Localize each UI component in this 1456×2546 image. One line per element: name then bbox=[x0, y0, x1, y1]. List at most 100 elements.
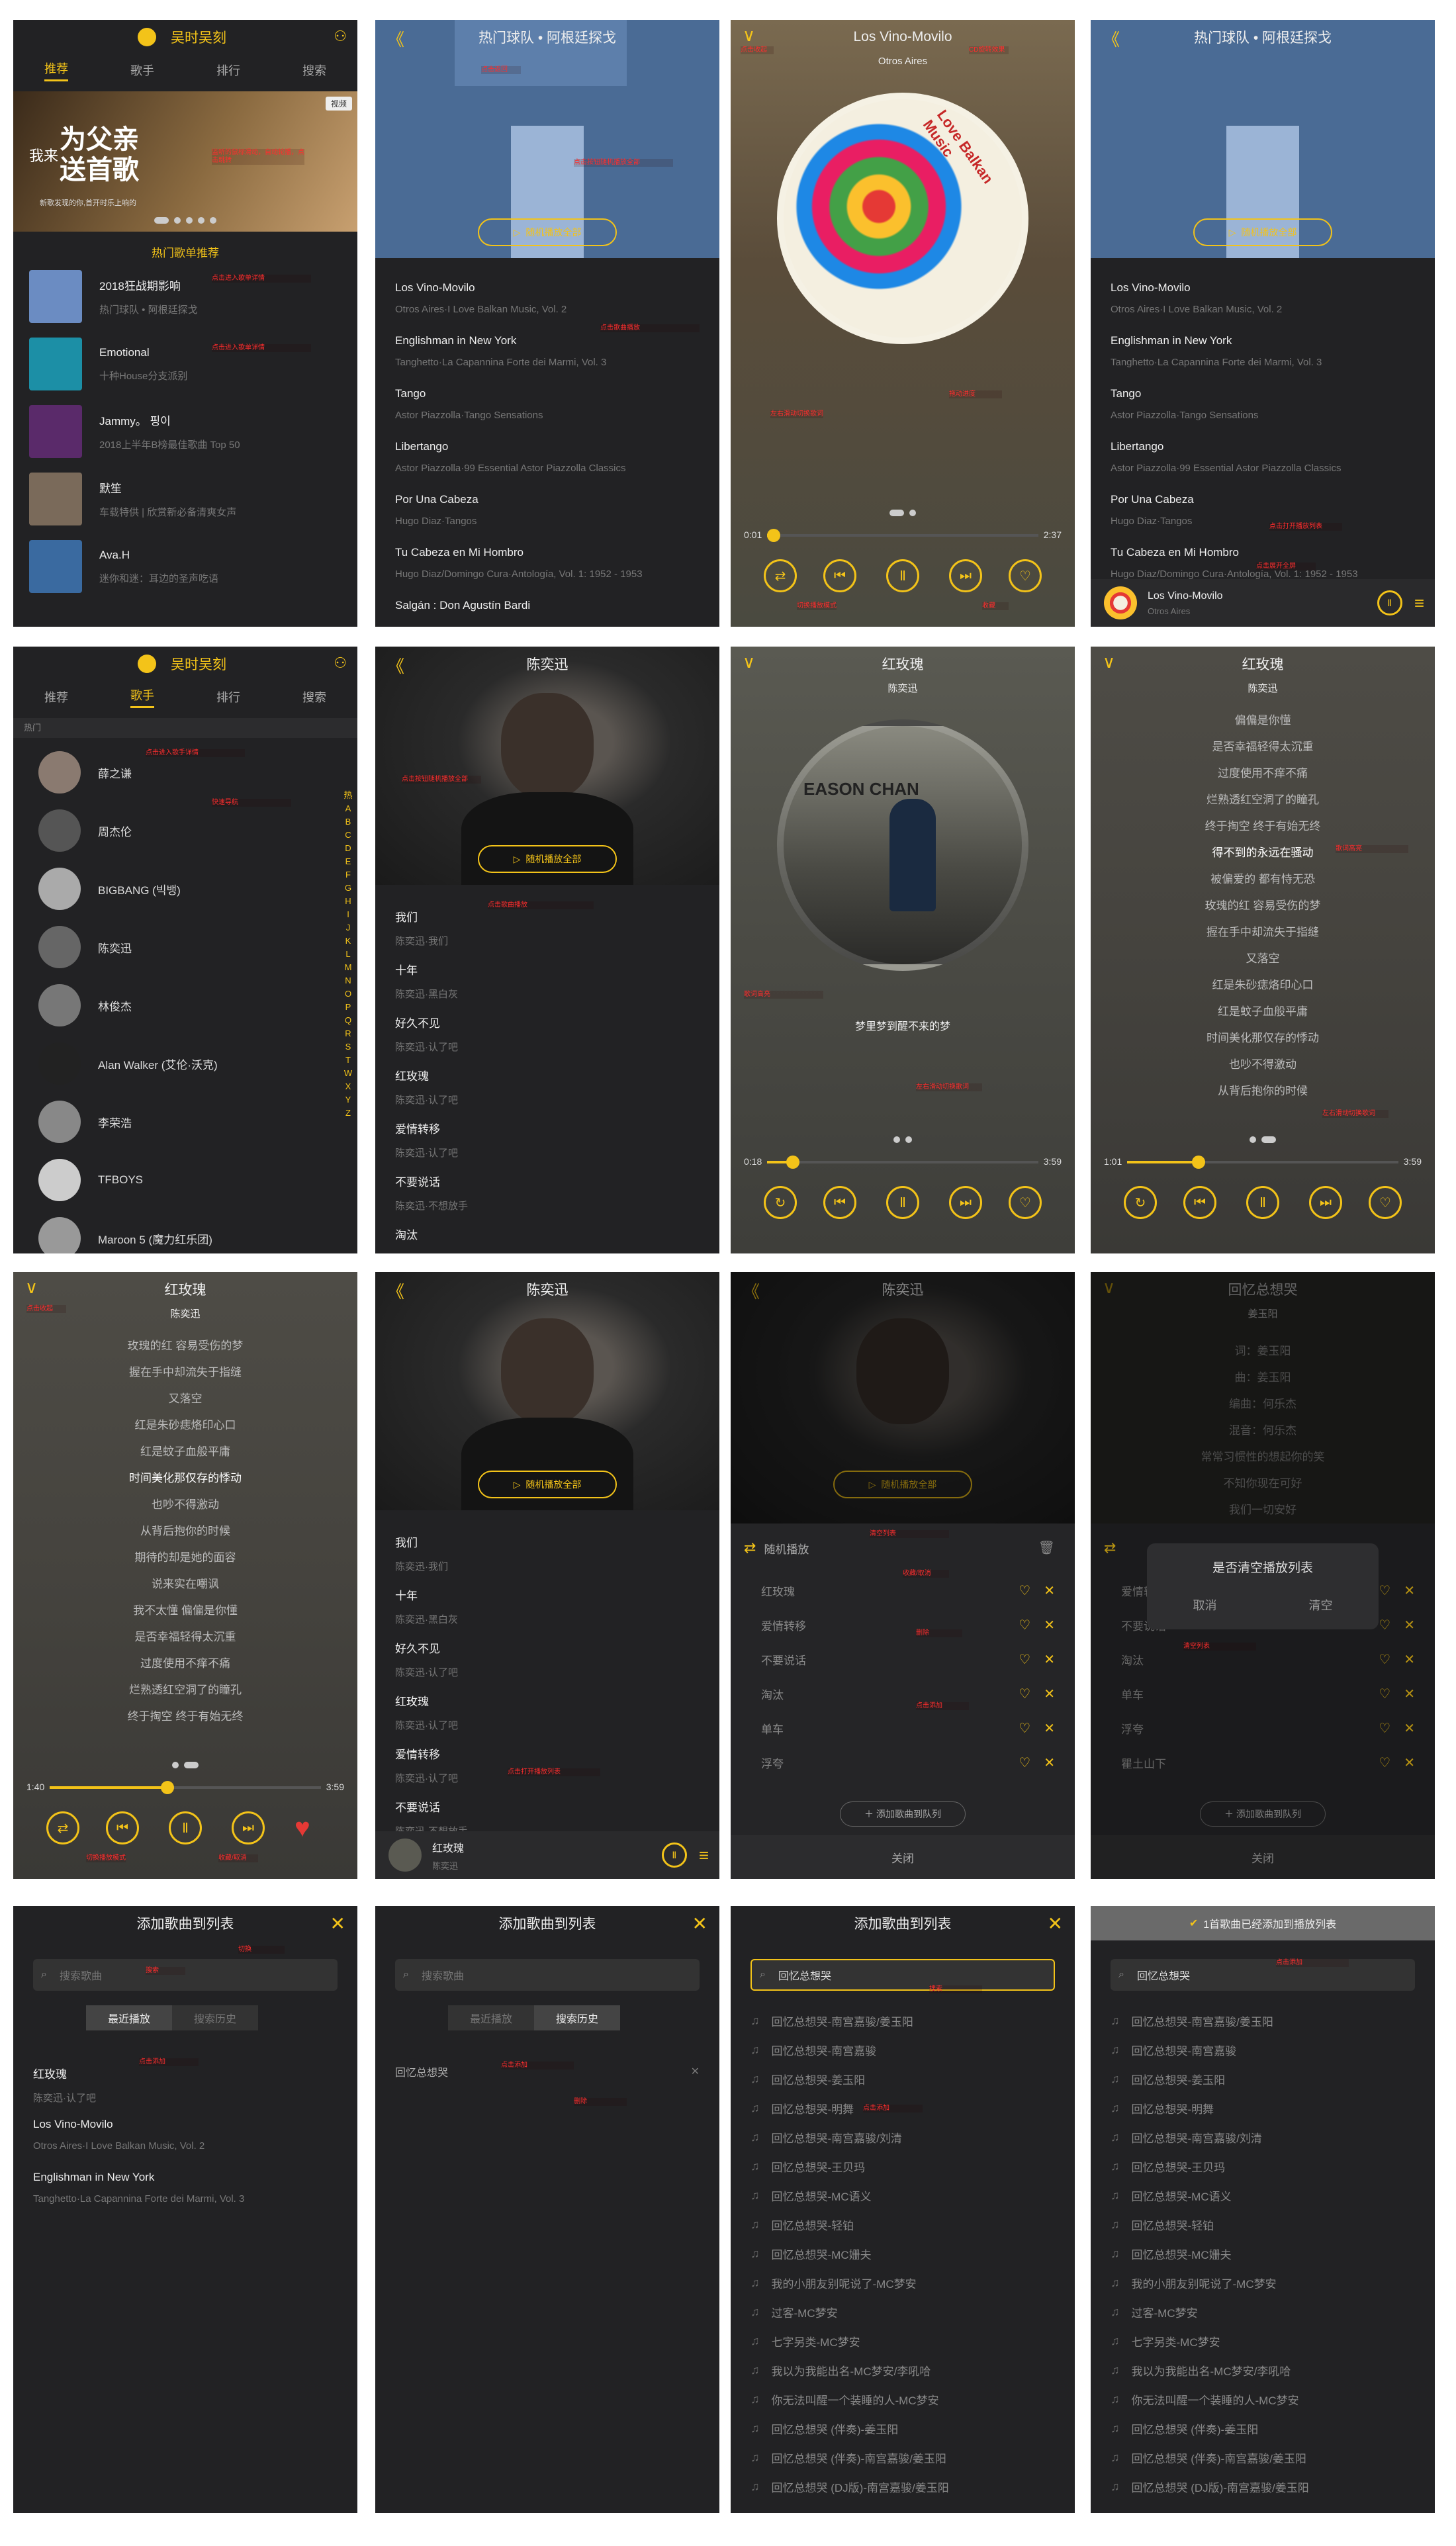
result-item[interactable]: ♫ 回忆总想哭-南宫嘉骏 bbox=[1111, 2034, 1415, 2065]
next-button[interactable]: ⏭ bbox=[1309, 1186, 1342, 1219]
user-icon[interactable]: ⚇ bbox=[334, 655, 347, 672]
alpha-letter[interactable]: B bbox=[343, 815, 353, 829]
alpha-letter[interactable]: T bbox=[343, 1054, 353, 1067]
tab-search[interactable]: 搜索 bbox=[302, 62, 326, 79]
play-all-button-2[interactable]: ▷ 随机播放全部 bbox=[1193, 218, 1332, 246]
mini-player[interactable]: Los Vino-Movilo Otros Aires Ⅱ ≡ bbox=[1091, 579, 1435, 627]
alpha-letter[interactable]: K bbox=[343, 934, 353, 948]
result-item[interactable]: ♫ 回忆总想哭 (伴奏)-南宫嘉骏/姜玉阳 bbox=[751, 2442, 1055, 2473]
result-item[interactable]: ♫ 回忆总想哭 (伴奏)-南宫嘉骏/姜玉阳 bbox=[1111, 2442, 1415, 2473]
collapse-icon[interactable]: ∨ bbox=[1103, 652, 1115, 672]
lyrics-list[interactable]: 偏偏是你懂 是否幸福轻得太沉重 过度使用不痒不痛 烂熟透红空洞了的瞳孔 终于掏空 终于有… bbox=[1091, 707, 1435, 1105]
alpha-letter[interactable]: Q bbox=[343, 1014, 353, 1027]
close-icon[interactable]: ✕ bbox=[1048, 1913, 1063, 1934]
song-item[interactable]: 红玫瑰 陈奕迅·认了吧 bbox=[395, 1067, 706, 1120]
alpha-letter[interactable]: Z bbox=[343, 1107, 353, 1120]
seg-history[interactable]: 搜索历史 bbox=[172, 2005, 258, 2030]
trash-icon[interactable]: 🗑 bbox=[1038, 1539, 1055, 1556]
queue-item[interactable]: 淘汰 ♡ ✕ bbox=[761, 1677, 1055, 1710]
pause-button[interactable]: Ⅱ bbox=[886, 1186, 919, 1219]
result-item[interactable]: ♫ 回忆总想哭-MC姗夫 bbox=[751, 2238, 1055, 2269]
play-all-button[interactable]: ▷ 随机播放全部 bbox=[478, 1471, 617, 1498]
prev-button[interactable]: ⏮ bbox=[823, 559, 856, 592]
tab-rank[interactable]: 排行 bbox=[216, 688, 240, 705]
song-item[interactable]: 好久不见 陈奕迅·认了吧 bbox=[395, 1639, 706, 1692]
result-item[interactable]: ♫ 回忆总想哭-明舞 bbox=[1111, 2093, 1415, 2123]
tab-rank[interactable]: 排行 bbox=[216, 62, 240, 79]
tab-singer[interactable]: 歌手 bbox=[130, 686, 154, 708]
heart-filled-icon[interactable]: ♥ bbox=[295, 1813, 310, 1843]
delete-icon[interactable]: ✕ bbox=[1044, 1686, 1055, 1702]
result-item[interactable]: ♫ 过客-MC梦安 bbox=[1111, 2296, 1415, 2327]
prev-button[interactable]: ⏮ bbox=[823, 1186, 856, 1219]
delete-icon[interactable]: ✕ bbox=[1044, 1754, 1055, 1771]
close-icon[interactable]: ✕ bbox=[330, 1913, 345, 1934]
result-item[interactable]: ♫ 我的小朋友别呢说了-MC梦安 bbox=[1111, 2267, 1415, 2298]
song-item[interactable]: 十年 陈奕迅·黑白灰 bbox=[395, 1586, 706, 1639]
banner-slider[interactable]: 视频 我来 为父亲送首歌 新歌发现的你,首开时乐上响的 bbox=[13, 91, 357, 232]
pause-button[interactable]: Ⅱ bbox=[886, 559, 919, 592]
result-item[interactable]: ♫ 回忆总想哭 (DJ版)-南宫嘉骏/姜玉阳 bbox=[751, 2471, 1055, 2502]
mini-pause-button[interactable]: Ⅱ bbox=[1377, 590, 1402, 615]
alpha-letter[interactable]: E bbox=[343, 855, 353, 868]
heart-icon[interactable]: ♡ bbox=[1019, 1651, 1030, 1668]
search-input[interactable]: ⌕ 搜索歌曲 bbox=[33, 1959, 338, 1991]
add-to-queue-button[interactable]: ＋添加歌曲到队列 bbox=[840, 1801, 966, 1827]
alpha-letter[interactable]: J bbox=[343, 921, 353, 934]
progress-bar[interactable] bbox=[767, 529, 1038, 542]
heart-icon[interactable]: ♡ bbox=[1019, 1617, 1030, 1633]
play-all-button[interactable]: ▷ 随机播放全部 bbox=[478, 218, 617, 246]
back-icon[interactable]: 《 bbox=[1103, 26, 1120, 51]
playlist-item[interactable]: Emotional 十种House分支派别 bbox=[13, 332, 357, 396]
result-item[interactable]: ♫ 回忆总想哭-南宫嘉骏/姜玉阳 bbox=[1111, 2005, 1415, 2036]
tab-recommend[interactable]: 推荐 bbox=[44, 688, 68, 705]
result-item[interactable]: ♫ 回忆总想哭 (伴奏)-姜玉阳 bbox=[751, 2413, 1055, 2443]
favorite-button[interactable]: ♡ bbox=[1009, 559, 1042, 592]
mode-button[interactable]: ↻ bbox=[764, 1186, 797, 1219]
delete-icon[interactable]: ✕ bbox=[691, 2065, 700, 2078]
result-item[interactable]: ♫ 回忆总想哭-MC语义 bbox=[751, 2180, 1055, 2210]
user-icon[interactable]: ⚇ bbox=[334, 28, 347, 45]
favorite-button[interactable]: ♡ bbox=[1369, 1186, 1402, 1219]
cancel-button[interactable]: 取消 bbox=[1147, 1596, 1263, 1614]
recent-item[interactable]: 红玫瑰 陈奕迅·认了吧 bbox=[33, 2065, 344, 2118]
mini-player[interactable]: 红玫瑰 陈奕迅 Ⅱ ≡ bbox=[375, 1831, 719, 1879]
progress-bar[interactable] bbox=[767, 1156, 1038, 1169]
result-item[interactable]: ♫ 回忆总想哭-轻铂 bbox=[1111, 2209, 1415, 2240]
song-item[interactable]: Tango Astor Piazzolla·Tango Sensations bbox=[395, 387, 706, 440]
result-item[interactable]: ♫ 回忆总想哭 (伴奏)-姜玉阳 bbox=[1111, 2413, 1415, 2443]
queue-icon[interactable]: ≡ bbox=[699, 1845, 709, 1866]
singer-item[interactable]: Alan Walker (艾伦·沃克) bbox=[13, 1034, 357, 1093]
recent-item[interactable]: Los Vino-Movilo Otros Aires·I Love Balkan… bbox=[33, 2118, 344, 2171]
singer-item[interactable]: 林俊杰 bbox=[13, 976, 357, 1035]
result-item[interactable]: ♫ 回忆总想哭-MC姗夫 bbox=[1111, 2238, 1415, 2269]
result-item[interactable]: ♫ 回忆总想哭-轻铂 bbox=[751, 2209, 1055, 2240]
result-item[interactable]: ♫ 七字另类-MC梦安 bbox=[751, 2326, 1055, 2356]
result-item[interactable]: ♫ 回忆总想哭-王贝玛 bbox=[1111, 2151, 1415, 2181]
progress-bar[interactable] bbox=[1127, 1156, 1398, 1169]
lyrics-list[interactable]: 玫瑰的红 容易受伤的梦 握在手中却流失于指缝 又落空 红是朱砂痣烙印心口 红是蚊子血般平… bbox=[13, 1333, 357, 1730]
clear-button[interactable]: 清空 bbox=[1263, 1596, 1379, 1614]
alpha-letter[interactable]: M bbox=[343, 961, 353, 974]
queue-item[interactable]: 爱情转移 ♡ ✕ bbox=[761, 1608, 1055, 1641]
song-item[interactable]: 不要说话陈奕迅·不想放手 bbox=[395, 1173, 706, 1226]
seg-recent[interactable]: 最近播放 bbox=[86, 2005, 172, 2030]
prev-button[interactable]: ⏮ bbox=[106, 1811, 139, 1844]
alpha-letter[interactable]: C bbox=[343, 829, 353, 842]
mode-button[interactable]: ⇄ bbox=[764, 559, 797, 592]
song-item[interactable]: Por Una Cabeza Hugo Diaz·Tangos bbox=[1111, 493, 1422, 546]
song-item[interactable]: Libertango Astor Piazzolla·99 Essential A… bbox=[1111, 440, 1422, 493]
back-icon[interactable]: 《 bbox=[387, 26, 404, 51]
collapse-icon[interactable]: ∨ bbox=[25, 1277, 38, 1298]
result-item[interactable]: ♫ 回忆总想哭-姜玉阳 bbox=[751, 2064, 1055, 2094]
next-button[interactable]: ⏭ bbox=[232, 1811, 265, 1844]
alpha-letter[interactable]: A bbox=[343, 802, 353, 815]
tab-search[interactable]: 搜索 bbox=[302, 688, 326, 705]
alpha-letter[interactable]: W bbox=[343, 1067, 353, 1080]
song-item[interactable]: 我们 陈奕迅·我们 bbox=[395, 908, 706, 961]
alpha-letter[interactable]: F bbox=[343, 868, 353, 882]
next-button[interactable]: ⏭ bbox=[949, 1186, 982, 1219]
collapse-icon[interactable]: ∨ bbox=[743, 25, 755, 46]
playlist-item[interactable]: Ava.H 迷你和迷：耳边的圣声吃语 bbox=[13, 535, 357, 598]
song-item[interactable]: Tu Cabeza en Mi Hombro Hugo Diaz/Domingo … bbox=[395, 546, 706, 599]
